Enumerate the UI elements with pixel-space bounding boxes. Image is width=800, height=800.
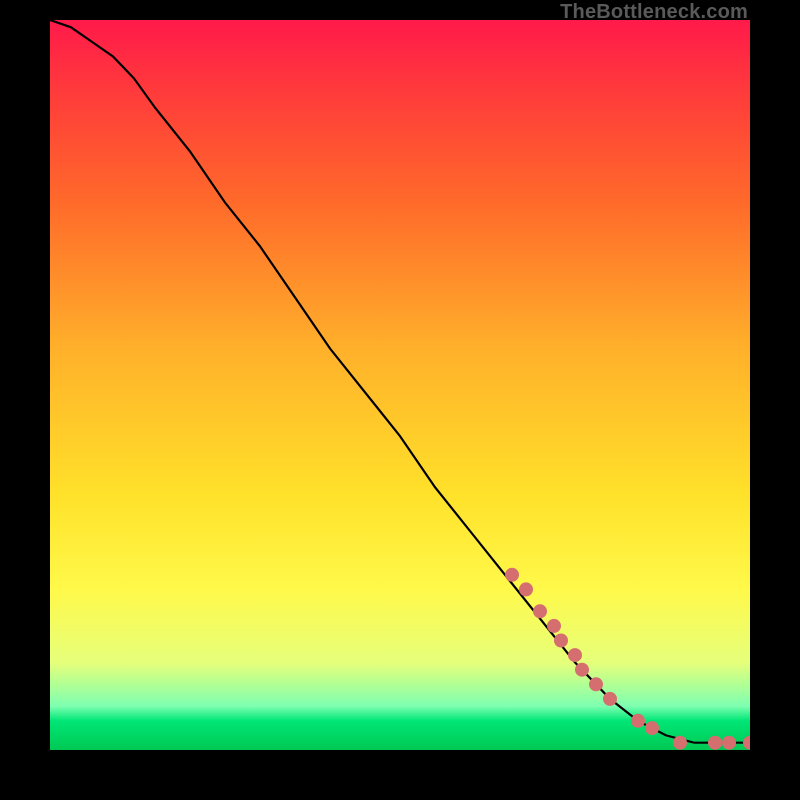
scatter-point [743,736,750,750]
scatter-point [645,721,659,735]
chart-stage: TheBottleneck.com [0,0,800,800]
scatter-point [589,677,603,691]
scatter-point [631,714,645,728]
scatter-point [554,634,568,648]
scatter-point [505,568,519,582]
scatter-point [533,604,547,618]
scatter-points [505,568,750,750]
scatter-point [575,663,589,677]
scatter-point [603,692,617,706]
curve-line [50,20,750,743]
scatter-point [519,582,533,596]
scatter-point [568,648,582,662]
chart-svg [50,20,750,750]
scatter-point [708,736,722,750]
attribution-label: TheBottleneck.com [560,2,748,22]
plot-area [50,20,750,750]
scatter-point [673,736,687,750]
scatter-point [547,619,561,633]
scatter-point [722,736,736,750]
